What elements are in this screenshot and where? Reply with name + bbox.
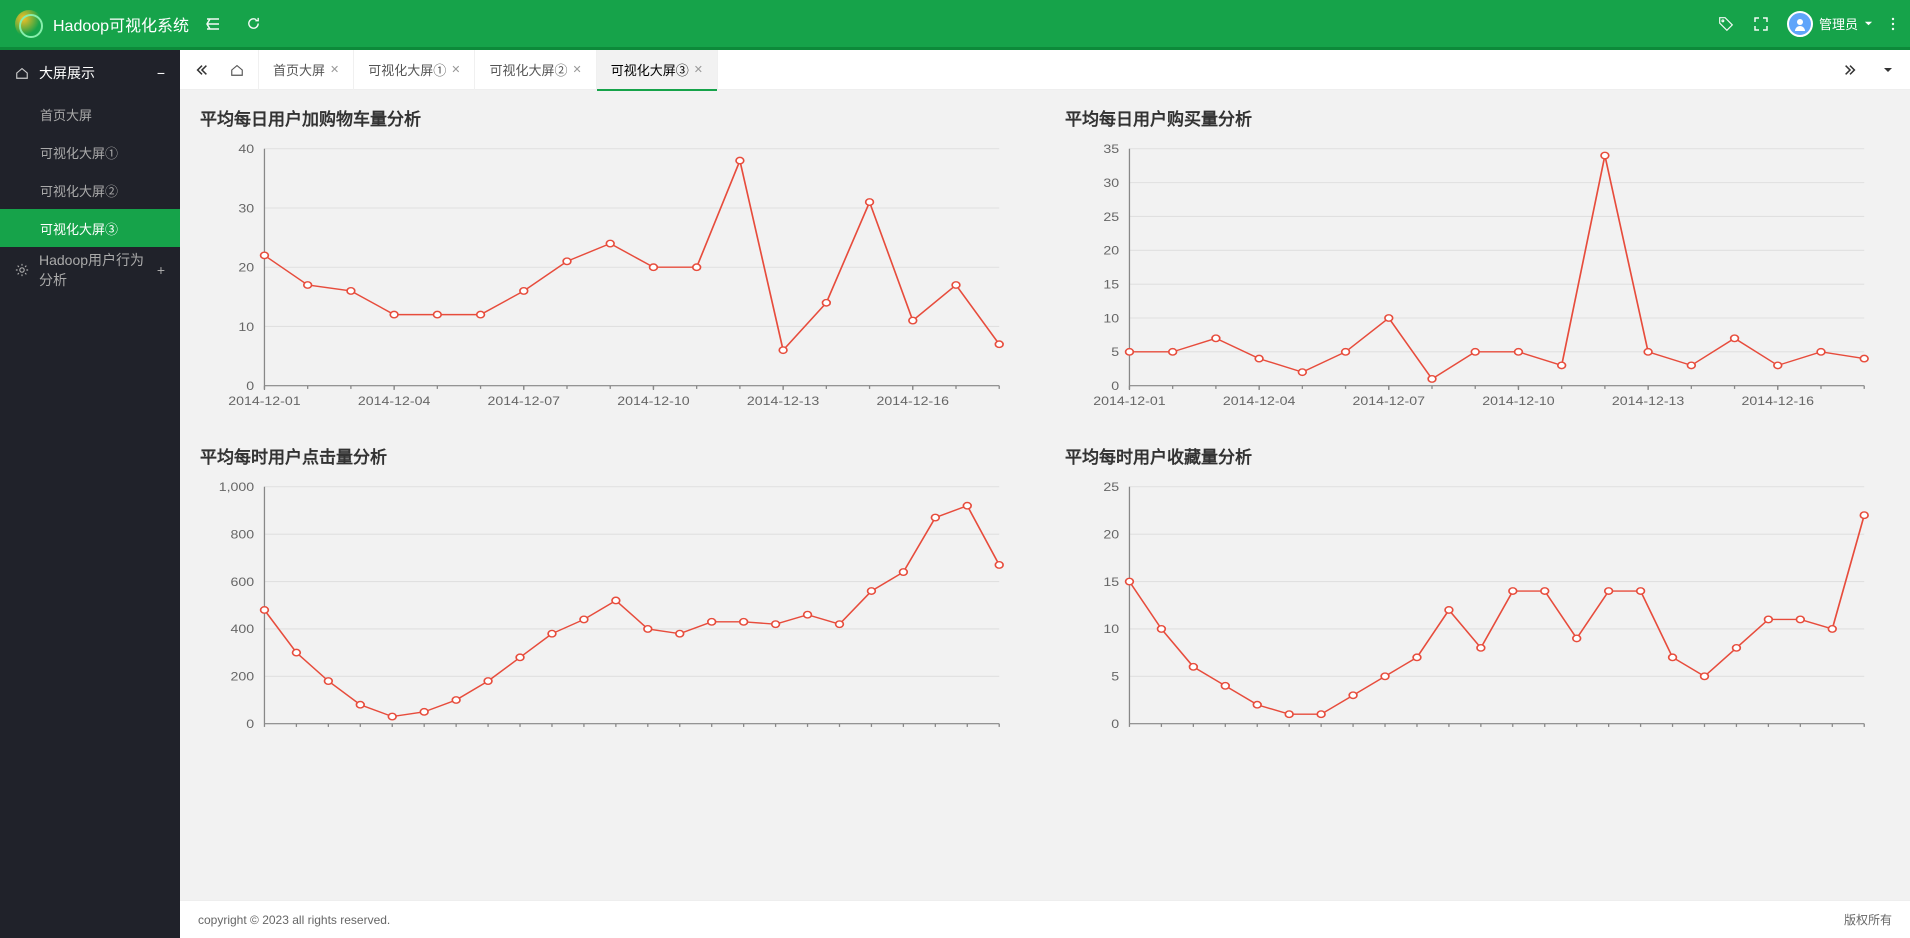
chart-canvas[interactable]: 0 10 20 30 40 2014-12-01 2014-12-04 2014-12-07 2… [200,138,1025,418]
chart-canvas[interactable]: 0 200 400 600 800 1,000 [200,476,1025,756]
home-outline-icon [15,66,29,80]
chart-2: 平均每时用户点击量分析 0 200 400 600 800 1,000 [180,428,1045,766]
sidebar-item-home[interactable]: 首页大屏 [0,95,180,133]
svg-text:2014-12-10: 2014-12-10 [617,394,689,408]
svg-text:1,000: 1,000 [219,480,254,494]
expand-icon: + [157,262,165,278]
gear-icon [15,263,29,277]
sidebar-section-label: Hadoop用户行为分析 [39,250,157,290]
collapse-icon: − [157,65,165,81]
app-title: Hadoop可视化系统 [53,12,189,36]
svg-text:400: 400 [231,622,255,636]
sidebar-section-hadoop[interactable]: Hadoop用户行为分析 + [0,247,180,292]
svg-text:2014-12-04: 2014-12-04 [1223,394,1295,408]
tabs-menu-icon[interactable] [1874,65,1902,75]
svg-text:20: 20 [1103,528,1119,542]
svg-text:600: 600 [231,575,255,589]
svg-text:2014-12-13: 2014-12-13 [747,394,819,408]
svg-text:2014-12-04: 2014-12-04 [358,394,430,408]
tag-icon[interactable] [1717,15,1735,33]
chart-1: 平均每日用户购买量分析 0 5 10 15 20 25 30 35 2014-12-01 2014-… [1045,90,1910,428]
user-menu[interactable]: 管理员 [1787,11,1873,37]
svg-text:5: 5 [1111,670,1119,684]
chart-canvas[interactable]: 0 5 10 15 20 25 30 35 2014-12-01 2014-12-04 2014-1… [1065,138,1890,418]
footer-right: 版权所有 [1844,911,1892,928]
svg-text:2014-12-01: 2014-12-01 [228,394,300,408]
svg-text:2014-12-16: 2014-12-16 [1742,394,1814,408]
svg-text:2014-12-07: 2014-12-07 [1353,394,1425,408]
svg-text:20: 20 [1103,244,1119,258]
footer-copyright: copyright © 2023 all rights reserved. [198,913,390,927]
svg-text:20: 20 [238,261,254,275]
svg-text:2014-12-16: 2014-12-16 [877,394,949,408]
chart-title: 平均每日用户加购物车量分析 [200,105,1025,130]
svg-text:15: 15 [1103,575,1119,589]
svg-text:30: 30 [1103,176,1119,190]
svg-text:2014-12-10: 2014-12-10 [1482,394,1554,408]
chart-title: 平均每时用户收藏量分析 [1065,443,1890,468]
close-icon[interactable]: ✕ [451,63,460,76]
svg-text:25: 25 [1103,210,1119,224]
tabs-prev-icon[interactable] [188,63,216,77]
refresh-icon[interactable] [246,16,261,31]
logo-icon [15,10,43,38]
sidebar-item-viz2[interactable]: 可视化大屏② [0,171,180,209]
home-icon [230,63,244,77]
svg-text:0: 0 [1111,717,1119,731]
chart-0: 平均每日用户加购物车量分析 0 10 20 30 40 2014-12-01 2014-12-… [180,90,1045,428]
chart-3: 平均每时用户收藏量分析 0 5 10 15 20 25 [1045,428,1910,766]
svg-text:2014-12-07: 2014-12-07 [488,394,560,408]
svg-text:15: 15 [1103,278,1119,292]
tab-homepage[interactable]: 首页大屏 ✕ [259,50,354,90]
svg-text:0: 0 [1111,379,1119,393]
avatar-icon [1787,11,1813,37]
fullscreen-icon[interactable] [1753,16,1769,32]
tab-viz2[interactable]: 可视化大屏② ✕ [475,50,596,90]
sidebar-section-label: 大屏展示 [39,63,95,83]
svg-text:5: 5 [1111,345,1119,359]
svg-text:0: 0 [246,717,254,731]
more-icon[interactable] [1891,16,1895,32]
svg-text:25: 25 [1103,480,1119,494]
svg-text:40: 40 [238,142,254,156]
svg-text:10: 10 [1103,622,1119,636]
tab-viz1[interactable]: 可视化大屏① ✕ [354,50,475,90]
close-icon[interactable]: ✕ [330,63,339,76]
svg-text:2014-12-13: 2014-12-13 [1612,394,1684,408]
chart-canvas[interactable]: 0 5 10 15 20 25 [1065,476,1890,756]
chart-title: 平均每日用户购买量分析 [1065,105,1890,130]
sidebar-item-viz3[interactable]: 可视化大屏③ [0,209,180,247]
close-icon[interactable]: ✕ [572,63,581,76]
svg-text:10: 10 [1103,311,1119,325]
svg-text:35: 35 [1103,142,1119,156]
svg-text:200: 200 [231,670,255,684]
svg-text:10: 10 [238,320,254,334]
sidebar-item-viz1[interactable]: 可视化大屏① [0,133,180,171]
svg-text:30: 30 [238,201,254,215]
chart-title: 平均每时用户点击量分析 [200,443,1025,468]
svg-text:2014-12-01: 2014-12-01 [1093,394,1165,408]
user-label: 管理员 [1819,14,1858,33]
menu-toggle-icon[interactable] [205,16,221,32]
tab-viz3[interactable]: 可视化大屏③ ✕ [597,50,718,90]
sidebar-section-dashboard[interactable]: 大屏展示 − [0,50,180,95]
svg-text:0: 0 [246,379,254,393]
close-icon[interactable]: ✕ [694,63,703,76]
svg-text:800: 800 [231,528,255,542]
tab-home-icon[interactable] [216,50,259,90]
tabs-next-icon[interactable] [1836,63,1864,77]
chevron-down-icon [1864,19,1873,28]
